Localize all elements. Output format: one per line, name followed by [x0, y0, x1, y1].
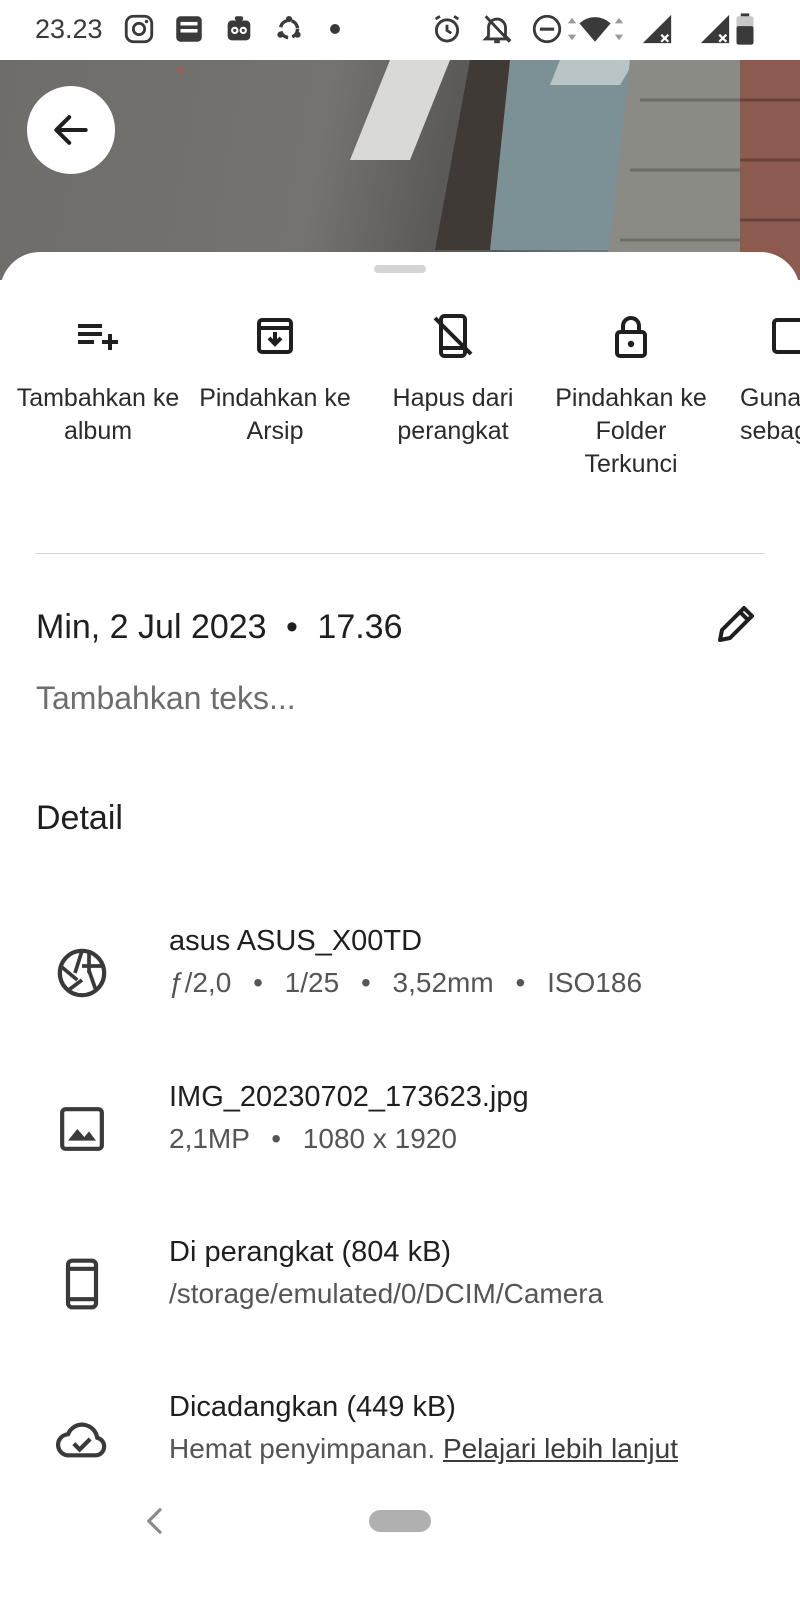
action-archive[interactable]: Pindahkan ke Arsip — [190, 312, 360, 448]
action-move-to-locked-folder[interactable]: Pindahkan ke Folder Terkunci — [546, 312, 716, 481]
shutter-value: 1/25 — [284, 967, 340, 998]
camera-settings: ƒ/2,0 • 1/25 • 3,52mm • ISO186 — [169, 967, 642, 999]
camera-model: asus ASUS_X00TD — [169, 925, 423, 957]
device-storage-title: Di perangkat (804 kB) — [169, 1236, 452, 1268]
cloud-done-icon — [55, 1422, 107, 1458]
separator-dot: • — [286, 608, 298, 646]
nav-home-pill[interactable] — [369, 1510, 431, 1532]
action-label: Gunakan sebagai — [740, 384, 800, 445]
action-label: Hapus dari perangkat — [392, 384, 514, 445]
caption-input[interactable]: Tambahkan teks... — [36, 680, 296, 717]
battery-icon — [736, 13, 754, 45]
aperture-value: ƒ/2,0 — [169, 967, 232, 998]
edit-pencil-icon[interactable] — [712, 600, 760, 648]
notifications-off-icon — [482, 15, 512, 44]
focal-length-value: 3,52mm — [392, 967, 494, 998]
data-arrows-icon — [567, 17, 577, 41]
status-bar: 23.23 — [0, 0, 800, 60]
separator-dot: • — [360, 967, 371, 998]
action-delete-from-device[interactable]: Hapus dari perangkat — [368, 312, 538, 448]
photo-content — [177, 60, 800, 280]
signal-sim1-icon — [642, 14, 672, 44]
file-name: IMG_20230702_173623.jpg — [169, 1081, 529, 1113]
signal-sim2-icon — [700, 14, 730, 44]
backup-description: Hemat penyimpanan. — [169, 1433, 436, 1464]
separator-dot: • — [253, 967, 263, 998]
photo-time: 17.36 — [317, 608, 403, 646]
iso-value: ISO186 — [547, 967, 643, 998]
backup-text: Hemat penyimpanan. Pelajari lebih lanjut — [169, 1433, 678, 1465]
action-label: Tambahkan ke album — [16, 384, 180, 445]
tripadvisor-icon — [227, 16, 251, 41]
action-label: Pindahkan ke Arsip — [199, 384, 351, 445]
arrow-back-icon — [54, 115, 88, 145]
megapixels: 2,1MP — [169, 1123, 250, 1154]
phone-off-icon — [433, 314, 473, 358]
info-sheet: Tambahkan ke album Pindahkan ke Arsip Ha… — [0, 252, 800, 1600]
wifi-icon — [579, 17, 611, 42]
camera-aperture-icon — [57, 948, 107, 998]
playlist-add-icon — [78, 324, 118, 350]
divider — [35, 553, 765, 554]
brimo-app-icon — [176, 16, 202, 42]
lock-icon — [615, 316, 647, 358]
archive-icon — [257, 318, 293, 354]
separator-dot: • — [271, 1123, 282, 1154]
action-label: Pindahkan ke Folder Terkunci — [555, 384, 707, 478]
do-not-disturb-icon — [532, 14, 562, 44]
photo-date: Min, 2 Jul 2023 — [36, 608, 267, 646]
wallpaper-icon — [772, 318, 800, 354]
learn-more-link[interactable]: Pelajari lebih lanjut — [443, 1433, 678, 1464]
date-time-row: Min, 2 Jul 2023 • 17.36 — [36, 608, 403, 647]
back-button[interactable] — [27, 86, 115, 174]
action-use-as[interactable]: Gunakan sebagai — [724, 312, 800, 572]
file-properties: 2,1MP • 1080 x 1920 — [169, 1123, 457, 1155]
instagram-icon — [124, 14, 154, 44]
status-time: 23.23 — [35, 14, 103, 44]
notification-dot-icon — [330, 24, 340, 34]
backup-title: Dicadangkan (449 kB) — [169, 1391, 456, 1423]
resolution: 1080 x 1920 — [302, 1123, 457, 1154]
wifi-arrows-icon — [614, 17, 624, 41]
image-icon — [60, 1107, 104, 1151]
smartphone-icon — [65, 1258, 99, 1310]
device-storage-path: /storage/emulated/0/DCIM/Camera — [169, 1278, 604, 1309]
sheet-drag-handle[interactable] — [374, 265, 426, 273]
share-it-icon — [277, 15, 301, 40]
alarm-icon — [434, 15, 460, 43]
separator-dot: • — [515, 967, 526, 998]
photo-preview[interactable] — [0, 60, 800, 280]
details-heading: Detail — [36, 799, 123, 837]
action-add-to-album[interactable]: Tambahkan ke album — [13, 312, 183, 448]
nav-back-icon[interactable] — [140, 1506, 170, 1536]
